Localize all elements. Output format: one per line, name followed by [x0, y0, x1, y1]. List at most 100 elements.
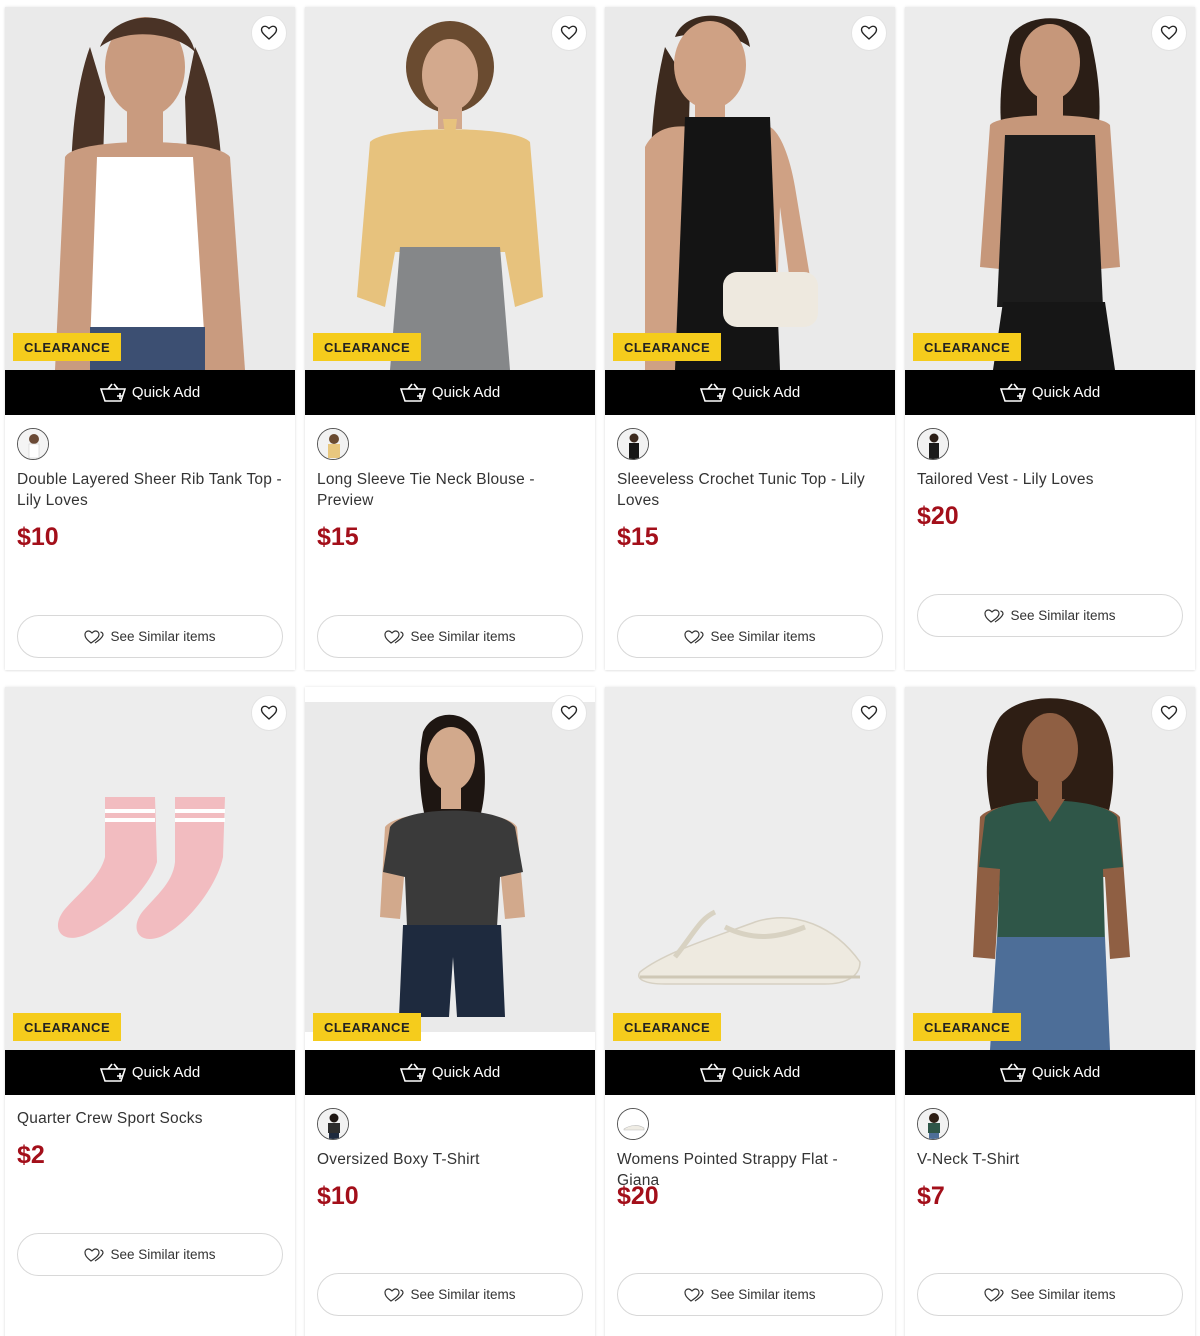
hearts-similar-icon: [84, 629, 105, 644]
product-card[interactable]: CLEARANCE Quick Add Double Layered Sheer…: [5, 7, 295, 670]
product-image[interactable]: CLEARANCE: [905, 687, 1195, 1050]
wishlist-button[interactable]: [551, 695, 587, 731]
product-price: $15: [617, 523, 659, 551]
quick-add-button[interactable]: Quick Add: [5, 370, 295, 415]
hearts-similar-icon: [84, 1247, 105, 1262]
product-image[interactable]: CLEARANCE: [905, 7, 1195, 370]
wishlist-button[interactable]: [851, 15, 887, 51]
product-title[interactable]: Double Layered Sheer Rib Tank Top - Lily…: [17, 469, 283, 511]
see-similar-button[interactable]: See Similar items: [617, 615, 883, 658]
heart-icon: [560, 25, 578, 40]
product-image[interactable]: CLEARANCE: [305, 687, 595, 1050]
wishlist-button[interactable]: [1151, 15, 1187, 51]
see-similar-button[interactable]: See Similar items: [17, 615, 283, 658]
quick-add-label: Quick Add: [431, 1064, 501, 1081]
quick-add-button[interactable]: Quick Add: [905, 370, 1195, 415]
heart-icon: [860, 25, 878, 40]
color-swatch[interactable]: [17, 428, 49, 460]
clearance-badge: CLEARANCE: [313, 1013, 422, 1041]
wishlist-button[interactable]: [1151, 695, 1187, 731]
wishlist-button[interactable]: [851, 695, 887, 731]
color-swatch[interactable]: [317, 428, 349, 460]
product-card[interactable]: CLEARANCE Quick Add Tailored Vest - Lily…: [905, 7, 1195, 670]
basket-plus-icon: [699, 1063, 726, 1082]
product-card[interactable]: CLEARANCE Quick Add Sleeveless Crochet T…: [605, 7, 895, 670]
product-title[interactable]: Sleeveless Crochet Tunic Top - Lily Love…: [617, 469, 883, 511]
wishlist-button[interactable]: [551, 15, 587, 51]
product-title[interactable]: Quarter Crew Sport Socks: [17, 1108, 283, 1129]
product-card[interactable]: CLEARANCE Quick Add Oversized Boxy T-Shi…: [305, 687, 595, 1336]
clearance-badge: CLEARANCE: [13, 1013, 122, 1041]
clearance-badge: CLEARANCE: [613, 1013, 722, 1041]
product-image[interactable]: CLEARANCE: [5, 7, 295, 370]
product-card[interactable]: CLEARANCE Quick Add Long Sleeve Tie Neck…: [305, 7, 595, 670]
hearts-similar-icon: [984, 608, 1005, 623]
product-card[interactable]: CLEARANCE Quick Add V-Neck T-Shirt $7 Se…: [905, 687, 1195, 1336]
product-price: $2: [17, 1141, 45, 1169]
quick-add-label: Quick Add: [731, 1064, 801, 1081]
clearance-badge: CLEARANCE: [313, 333, 422, 361]
quick-add-label: Quick Add: [1031, 1064, 1101, 1081]
color-swatch[interactable]: [617, 1108, 649, 1140]
hearts-similar-icon: [984, 1287, 1005, 1302]
heart-icon: [260, 25, 278, 40]
quick-add-button[interactable]: Quick Add: [305, 1050, 595, 1095]
product-card[interactable]: CLEARANCE Quick Add Womens Pointed Strap…: [605, 687, 895, 1336]
heart-icon: [1160, 25, 1178, 40]
quick-add-label: Quick Add: [131, 384, 201, 401]
quick-add-button[interactable]: Quick Add: [5, 1050, 295, 1095]
quick-add-label: Quick Add: [1031, 384, 1101, 401]
wishlist-button[interactable]: [251, 15, 287, 51]
see-similar-button[interactable]: See Similar items: [917, 1273, 1183, 1316]
product-price: $20: [917, 502, 959, 530]
quick-add-button[interactable]: Quick Add: [605, 1050, 895, 1095]
see-similar-button[interactable]: See Similar items: [317, 1273, 583, 1316]
color-swatch[interactable]: [917, 1108, 949, 1140]
quick-add-button[interactable]: Quick Add: [305, 370, 595, 415]
color-swatch[interactable]: [317, 1108, 349, 1140]
hearts-similar-icon: [684, 629, 705, 644]
clearance-badge: CLEARANCE: [913, 1013, 1022, 1041]
see-similar-label: See Similar items: [710, 1287, 816, 1302]
see-similar-button[interactable]: See Similar items: [917, 594, 1183, 637]
product-price: $7: [917, 1182, 945, 1210]
see-similar-button[interactable]: See Similar items: [617, 1273, 883, 1316]
hearts-similar-icon: [384, 629, 405, 644]
product-title[interactable]: Long Sleeve Tie Neck Blouse - Preview: [317, 469, 583, 511]
heart-icon: [260, 705, 278, 720]
quick-add-button[interactable]: Quick Add: [605, 370, 895, 415]
quick-add-label: Quick Add: [131, 1064, 201, 1081]
product-image[interactable]: CLEARANCE: [305, 7, 595, 370]
wishlist-button[interactable]: [251, 695, 287, 731]
product-title[interactable]: Oversized Boxy T-Shirt: [317, 1149, 583, 1170]
see-similar-label: See Similar items: [1010, 608, 1116, 623]
basket-plus-icon: [399, 1063, 426, 1082]
basket-plus-icon: [999, 383, 1026, 402]
see-similar-label: See Similar items: [1010, 1287, 1116, 1302]
quick-add-label: Quick Add: [731, 384, 801, 401]
heart-icon: [860, 705, 878, 720]
hearts-similar-icon: [384, 1287, 405, 1302]
product-price: $20: [617, 1182, 659, 1210]
see-similar-label: See Similar items: [110, 1247, 216, 1262]
clearance-badge: CLEARANCE: [913, 333, 1022, 361]
color-swatch[interactable]: [917, 428, 949, 460]
clearance-badge: CLEARANCE: [13, 333, 122, 361]
hearts-similar-icon: [684, 1287, 705, 1302]
product-image[interactable]: CLEARANCE: [605, 687, 895, 1050]
product-title[interactable]: V-Neck T-Shirt: [917, 1149, 1183, 1170]
see-similar-button[interactable]: See Similar items: [17, 1233, 283, 1276]
product-price: $10: [317, 1182, 359, 1210]
basket-plus-icon: [999, 1063, 1026, 1082]
product-title[interactable]: Tailored Vest - Lily Loves: [917, 469, 1183, 490]
quick-add-button[interactable]: Quick Add: [905, 1050, 1195, 1095]
see-similar-label: See Similar items: [110, 629, 216, 644]
product-image[interactable]: CLEARANCE: [605, 7, 895, 370]
product-image[interactable]: CLEARANCE: [5, 687, 295, 1050]
product-card[interactable]: CLEARANCE Quick Add Quarter Crew Sport S…: [5, 687, 295, 1336]
clearance-badge: CLEARANCE: [613, 333, 722, 361]
color-swatch[interactable]: [617, 428, 649, 460]
see-similar-button[interactable]: See Similar items: [317, 615, 583, 658]
quick-add-label: Quick Add: [431, 384, 501, 401]
heart-icon: [1160, 705, 1178, 720]
